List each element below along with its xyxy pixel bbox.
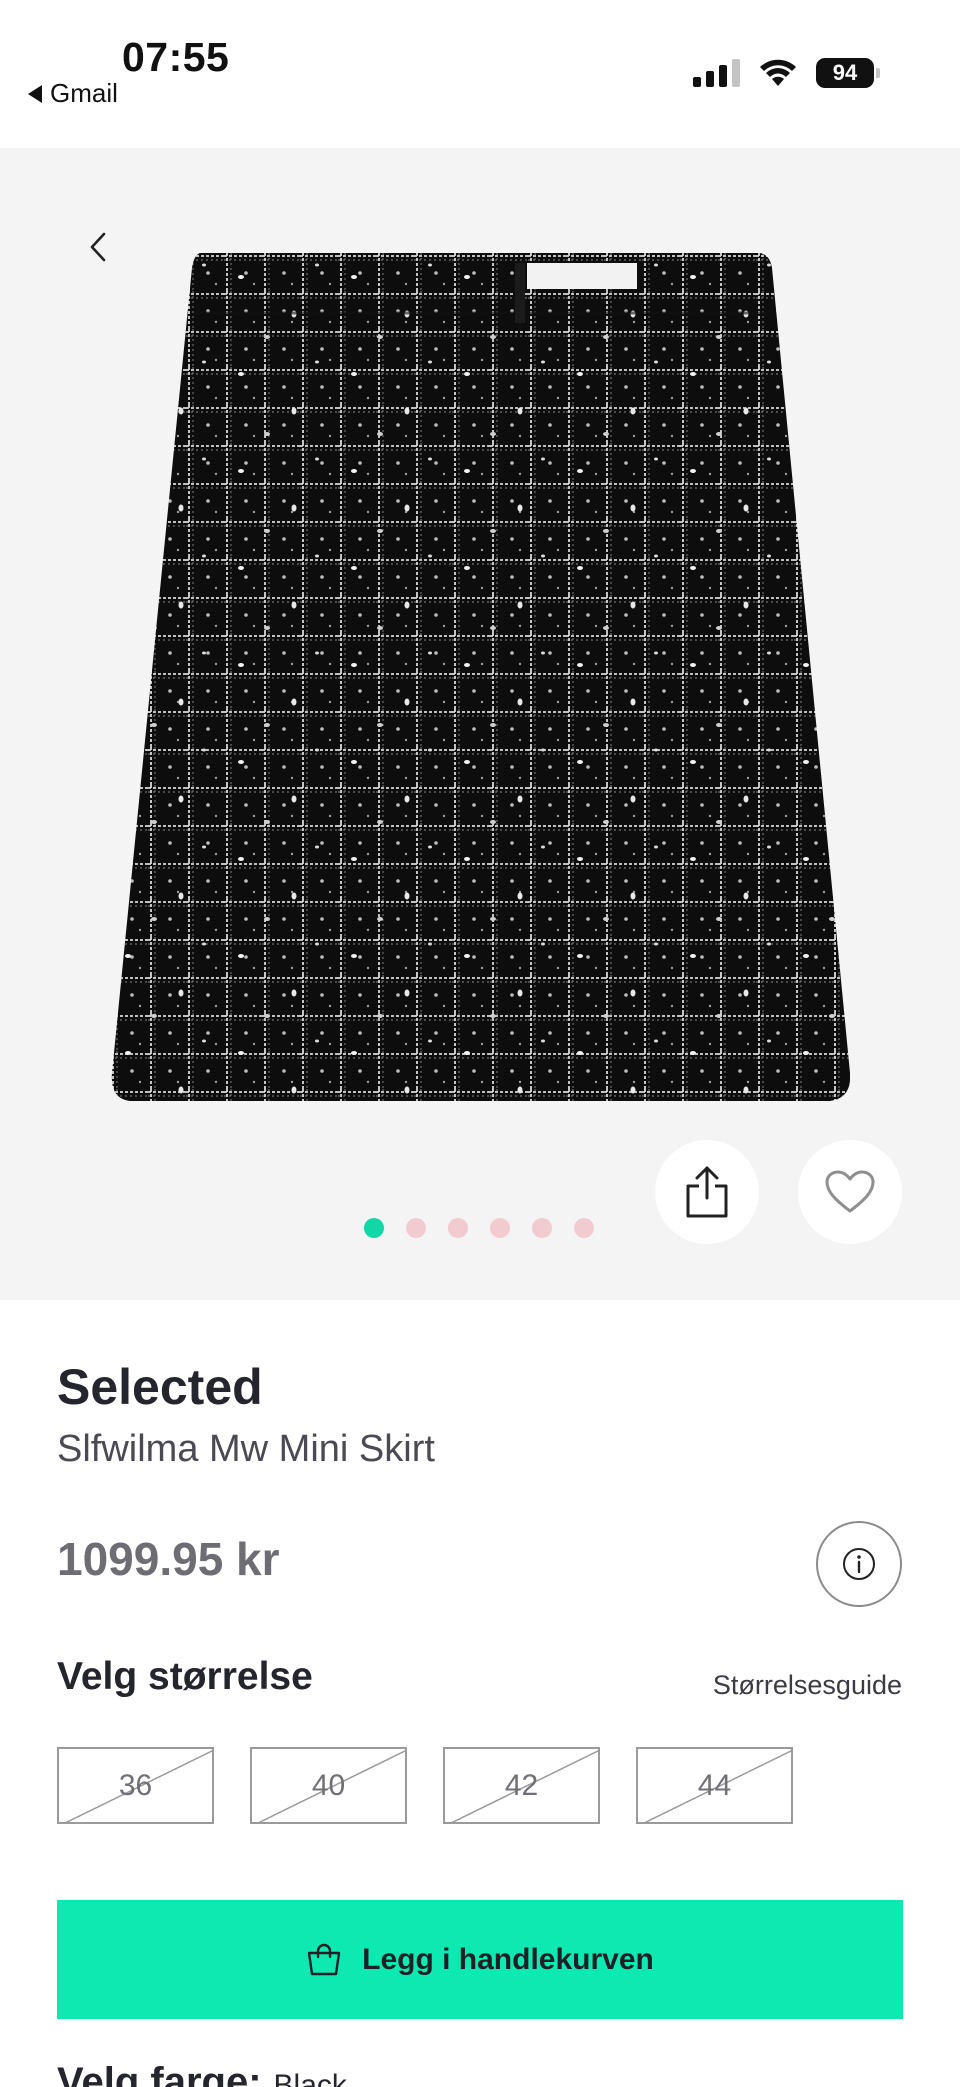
product-price: 1099.95 kr: [57, 1533, 280, 1585]
add-to-cart-label: Legg i handlekurven: [362, 1942, 654, 1976]
heart-icon: [825, 1170, 875, 1213]
pagination-dot[interactable]: [532, 1218, 552, 1238]
size-label: 44: [697, 1768, 732, 1802]
product-name: Slfwilma Mw Mini Skirt: [57, 1428, 435, 1470]
product-brand: Selected: [57, 1359, 263, 1415]
wifi-icon: [760, 59, 796, 86]
size-option-44[interactable]: 44: [636, 1747, 793, 1824]
shopping-bag-icon: [307, 1943, 341, 1975]
cellular-signal-icon: [693, 59, 740, 87]
battery-icon: 94: [816, 58, 880, 88]
product-image-gallery[interactable]: [0, 148, 960, 1300]
pagination-dot[interactable]: [364, 1218, 384, 1238]
size-section-title: Velg størrelse: [57, 1655, 313, 1698]
size-label: 36: [118, 1768, 153, 1802]
size-label: 42: [504, 1768, 539, 1802]
gallery-pagination: [364, 1218, 594, 1238]
status-time: 07:55: [122, 34, 230, 80]
share-button[interactable]: [655, 1140, 759, 1244]
size-guide-link[interactable]: Størrelsesguide: [713, 1670, 902, 1701]
selected-color: Black: [273, 2069, 347, 2087]
size-option-36[interactable]: 36: [57, 1747, 214, 1824]
size-option-42[interactable]: 42: [443, 1747, 600, 1824]
status-icons: 94: [693, 58, 880, 88]
price-info-button[interactable]: [816, 1521, 902, 1607]
size-option-40[interactable]: 40: [250, 1747, 407, 1824]
product-image: [111, 253, 850, 1101]
info-icon: [843, 1548, 875, 1580]
color-section-title: Velg farge:: [57, 2060, 262, 2087]
back-triangle-icon: [28, 84, 42, 103]
battery-level: 94: [832, 60, 858, 85]
pagination-dot[interactable]: [490, 1218, 510, 1238]
add-to-cart-button[interactable]: Legg i handlekurven: [57, 1900, 903, 2019]
size-label: 40: [311, 1768, 346, 1802]
back-app-label: Gmail: [50, 78, 118, 108]
share-icon: [686, 1166, 728, 1218]
pagination-dot[interactable]: [574, 1218, 594, 1238]
color-selector: Velg farge: Black: [57, 2060, 347, 2087]
pagination-dot[interactable]: [406, 1218, 426, 1238]
back-to-app-link[interactable]: Gmail: [28, 78, 118, 109]
status-bar: 07:55 Gmail 94: [0, 0, 960, 148]
pagination-dot[interactable]: [448, 1218, 468, 1238]
favorite-button[interactable]: [798, 1140, 902, 1244]
size-options: 36 40 42 44: [57, 1747, 793, 1824]
